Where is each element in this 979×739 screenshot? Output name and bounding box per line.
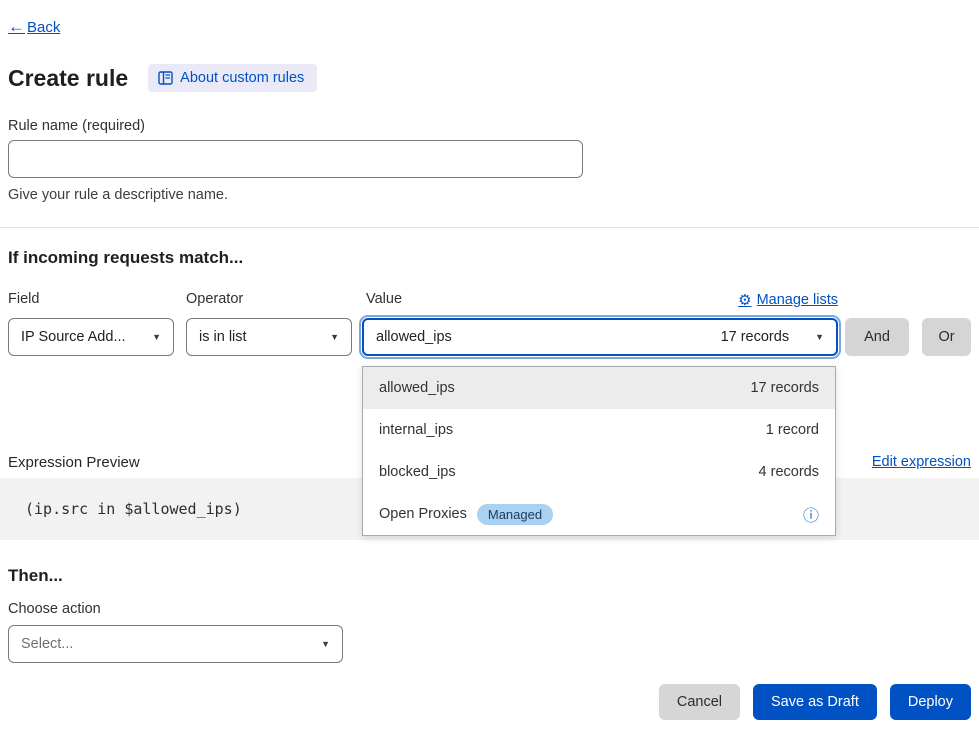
operator-select[interactable]: is in list ▼ — [186, 318, 352, 356]
about-custom-rules-label: About custom rules — [180, 70, 304, 86]
choose-action-label: Choose action — [8, 601, 101, 617]
deploy-button[interactable]: Deploy — [890, 684, 971, 720]
create-rule-page: ←Back Create rule About custom rules Rul… — [0, 0, 979, 739]
field-select-value: IP Source Add... — [21, 329, 126, 345]
list-item-name: blocked_ips — [379, 464, 456, 480]
expression-preview-label: Expression Preview — [8, 454, 140, 471]
section-divider — [0, 227, 979, 228]
expression-code: (ip.src in $allowed_ips) — [25, 500, 242, 518]
title-row: Create rule About custom rules — [8, 64, 317, 92]
list-item-allowed-ips[interactable]: allowed_ips 17 records — [363, 367, 835, 409]
info-icon[interactable]: ⓘ — [803, 502, 819, 526]
rule-name-helper: Give your rule a descriptive name. — [8, 187, 228, 203]
list-item-meta: 17 records — [750, 380, 819, 396]
gear-icon: ⚙ — [738, 291, 751, 309]
or-button[interactable]: Or — [922, 318, 971, 356]
chevron-down-icon: ▼ — [815, 332, 824, 342]
chevron-down-icon: ▼ — [152, 332, 161, 342]
footer-actions: Cancel Save as Draft Deploy — [659, 684, 971, 720]
list-item-name: internal_ips — [379, 422, 453, 438]
page-title: Create rule — [8, 65, 128, 92]
operator-select-value: is in list — [199, 329, 247, 345]
action-select-placeholder: Select... — [21, 636, 73, 652]
list-item-name: allowed_ips — [379, 380, 455, 396]
and-button[interactable]: And — [845, 318, 909, 356]
list-item-open-proxies[interactable]: Open Proxies Managed ⓘ — [363, 493, 835, 535]
list-item-blocked-ips[interactable]: blocked_ips 4 records — [363, 451, 835, 493]
rule-name-label: Rule name (required) — [8, 118, 145, 134]
field-label: Field — [8, 291, 39, 307]
manage-lists-link[interactable]: ⚙ Manage lists — [738, 291, 838, 309]
match-section-heading: If incoming requests match... — [8, 248, 243, 268]
cancel-button[interactable]: Cancel — [659, 684, 740, 720]
save-as-draft-button[interactable]: Save as Draft — [753, 684, 877, 720]
operator-label: Operator — [186, 291, 243, 307]
list-item-meta: 1 record — [766, 422, 819, 438]
field-select[interactable]: IP Source Add... ▼ — [8, 318, 174, 356]
chevron-down-icon: ▼ — [330, 332, 339, 342]
chevron-down-icon: ▼ — [321, 639, 330, 649]
action-select[interactable]: Select... ▼ — [8, 625, 343, 663]
then-section-heading: Then... — [8, 566, 63, 586]
list-item-meta: 4 records — [759, 464, 819, 480]
back-arrow-icon: ← — [8, 17, 25, 37]
value-dropdown-menu: allowed_ips 17 records internal_ips 1 re… — [362, 366, 836, 536]
list-item-internal-ips[interactable]: internal_ips 1 record — [363, 409, 835, 451]
rule-name-input[interactable] — [8, 140, 583, 178]
value-select-records: 17 records — [721, 329, 790, 345]
about-custom-rules-link[interactable]: About custom rules — [148, 64, 317, 92]
value-select-value: allowed_ips — [376, 329, 452, 345]
list-item-name: Open Proxies — [379, 506, 467, 522]
back-link-label: Back — [27, 19, 60, 36]
value-select[interactable]: allowed_ips 17 records ▼ — [362, 318, 838, 356]
manage-lists-label: Manage lists — [757, 292, 838, 308]
docs-icon — [158, 71, 173, 85]
value-label: Value — [366, 291, 402, 307]
managed-badge: Managed — [477, 504, 553, 525]
edit-expression-link[interactable]: Edit expression — [872, 454, 971, 470]
back-link[interactable]: ←Back — [8, 17, 60, 37]
